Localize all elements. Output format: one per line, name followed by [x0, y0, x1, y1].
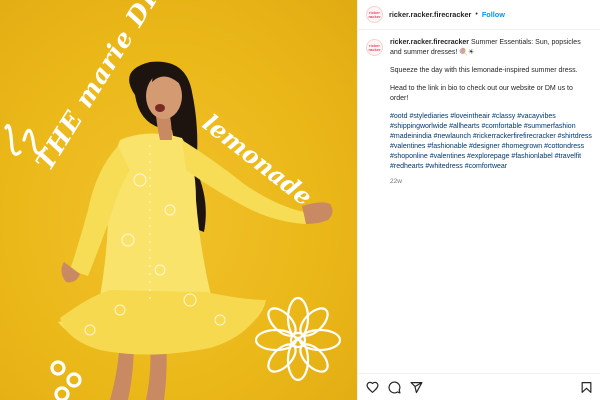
caption-body: ricker.racker.firecracker Summer Essenti…: [390, 38, 592, 187]
caption-line-3: Head to the link in bio to check out our…: [390, 85, 573, 102]
caption-first-line: ricker.racker.firecracker Summer Essenti…: [390, 38, 592, 58]
post-time[interactable]: 22w: [390, 177, 592, 187]
hashtags[interactable]: #ootd #stylediaries #loveintheair #class…: [390, 112, 592, 172]
post-photo[interactable]: THE marie DRESS lemonade: [0, 0, 357, 400]
post-details-panel: ricker racker ricker.racker.firecracker …: [357, 0, 600, 400]
separator-dot: •: [475, 11, 478, 18]
comment-icon[interactable]: [388, 380, 401, 394]
flower-doodle: [254, 296, 342, 382]
username-link[interactable]: ricker.racker.firecracker: [389, 10, 471, 19]
instagram-post: THE marie DRESS lemonade ricker racker r…: [0, 0, 600, 400]
caption-line-2: Squeeze the day with this lemonade-inspi…: [390, 67, 578, 74]
bookmark-icon[interactable]: [580, 381, 593, 394]
paper-plane-icon[interactable]: [410, 381, 423, 394]
avatar-logo-text: ricker racker: [368, 9, 381, 19]
follow-button[interactable]: Follow: [482, 10, 505, 19]
post-header: ricker racker ricker.racker.firecracker …: [358, 0, 600, 30]
heart-icon[interactable]: [366, 381, 379, 394]
caption-avatar-logo-text: ricker racker: [368, 42, 381, 52]
caption-block: ricker racker ricker.racker.firecracker …: [358, 30, 600, 187]
caption-username-link[interactable]: ricker.racker.firecracker: [390, 39, 469, 46]
caption-avatar[interactable]: ricker racker: [366, 39, 383, 56]
avatar[interactable]: ricker racker: [366, 6, 383, 23]
action-bar: [358, 373, 600, 400]
